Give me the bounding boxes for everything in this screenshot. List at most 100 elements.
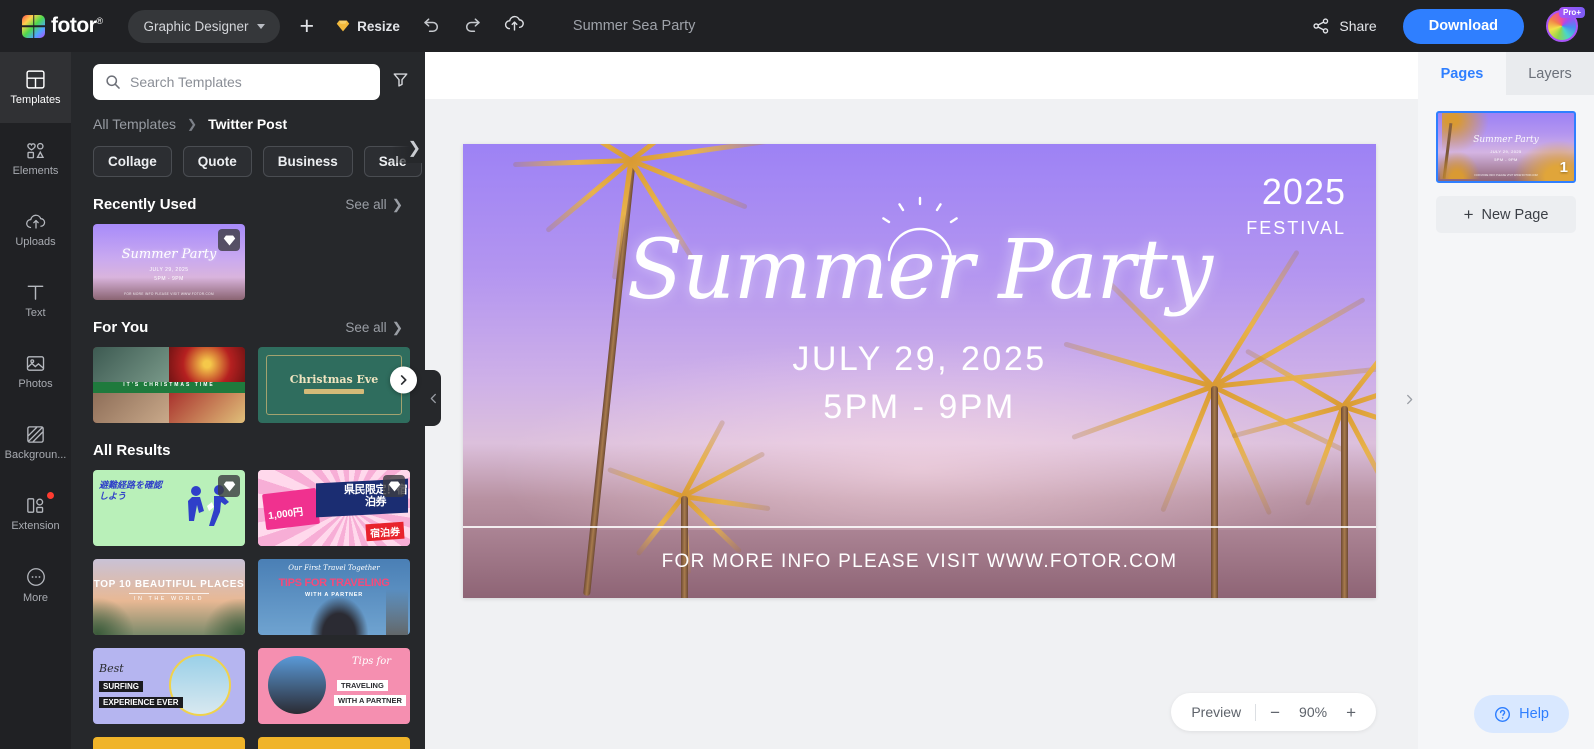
search-row [71, 52, 425, 100]
extension-icon [25, 495, 46, 516]
artwork-date[interactable]: JULY 29, 2025 [463, 340, 1376, 379]
section-all-results-header: All Results [71, 423, 425, 459]
sidebar-item-elements[interactable]: Elements [0, 123, 71, 194]
sidebar-label-templates: Templates [10, 94, 61, 106]
user-avatar[interactable]: Pro+ [1546, 7, 1585, 42]
template-card-evacuation-route[interactable]: 避難経路を確認しよう [93, 470, 245, 546]
thumb-eyebrow: Our First Travel Together [288, 564, 380, 573]
preview-button[interactable]: Preview [1191, 704, 1241, 720]
brand-name: fotor® [51, 14, 103, 38]
template-card-partial-1[interactable] [93, 737, 245, 749]
template-card-traveling-partner[interactable]: Tips for TRAVELING WITH A PARTNER [258, 648, 410, 724]
artboard[interactable]: 2025 FESTIVAL Summer Party JULY 29, 2025… [463, 144, 1376, 598]
collapse-templates-panel[interactable] [425, 370, 441, 426]
sidebar-item-uploads[interactable]: Uploads [0, 194, 71, 265]
chip-collage[interactable]: Collage [93, 146, 172, 177]
sidebar-item-text[interactable]: Text [0, 265, 71, 336]
chip-business[interactable]: Business [262, 146, 353, 177]
premium-badge [218, 475, 240, 497]
section-recently-used-header: Recently Used See all ❯ [71, 177, 425, 213]
help-button[interactable]: Help [1474, 695, 1569, 733]
fotor-logo[interactable]: fotor® [22, 14, 103, 38]
share-icon [1313, 18, 1329, 34]
all-results-grid: 避難経路を確認しよう 1,000円 県民限定！宿泊券 宿泊券 TOP 10 BE… [71, 459, 425, 749]
brand-text: fotor [51, 14, 97, 37]
section-for-you-header: For You See all ❯ [71, 300, 425, 336]
template-card-christmas-eve[interactable]: Christmas Eve [258, 347, 410, 423]
sidebar-item-photos[interactable]: Photos [0, 336, 71, 407]
thumb-text: IT'S CHRISTMAS TIME [123, 381, 215, 388]
breadcrumb-current: Twitter Post [208, 116, 288, 132]
document-title[interactable]: Summer Sea Party [573, 18, 696, 34]
search-input[interactable] [130, 74, 368, 90]
artwork-time[interactable]: 5PM - 9PM [463, 388, 1376, 427]
premium-badge [383, 475, 405, 497]
for-you-next-button[interactable] [390, 366, 417, 393]
thumb-subtext: WITH A PARTNER [334, 695, 406, 707]
section-title-all-results: All Results [93, 442, 171, 459]
undo-redo-group [422, 14, 482, 38]
elements-icon [25, 140, 46, 161]
right-panel: Pages Layers Summer Party JULY 29, 2025 … [1401, 52, 1594, 749]
sidebar-item-more[interactable]: More [0, 549, 71, 620]
divider [1255, 703, 1257, 721]
tab-pages[interactable]: Pages [1418, 52, 1506, 95]
uploads-icon [25, 212, 47, 232]
see-all-recently-used[interactable]: See all ❯ [345, 197, 403, 213]
template-card-tips-for-traveling[interactable]: Our First Travel Together TIPS FOR TRAVE… [258, 559, 410, 635]
recently-used-row: Summer Party JULY 29, 2025 5PM - 9PM FOR… [71, 213, 425, 300]
tab-layers[interactable]: Layers [1506, 52, 1594, 95]
help-circle-icon [1495, 706, 1511, 722]
page-thumbnail-1[interactable]: Summer Party JULY 29, 2025 5PM - 9PM FOR… [1436, 111, 1576, 183]
section-title-recently-used: Recently Used [93, 196, 197, 213]
thumb-text: TRAVELING [337, 679, 388, 691]
thumb-text: 避難経路を確認しよう [99, 480, 163, 502]
thumb-text: TIPS FOR TRAVELING [278, 577, 390, 590]
filter-icon[interactable] [392, 71, 413, 93]
artwork-title[interactable]: Summer Party [463, 230, 1376, 312]
see-all-for-you[interactable]: See all ❯ [345, 320, 403, 336]
zoom-in-button[interactable]: + [1346, 704, 1356, 721]
template-card-summer-party[interactable]: Summer Party JULY 29, 2025 5PM - 9PM FOR… [93, 224, 245, 300]
thumb-subtext: WITH A PARTNER [304, 592, 364, 599]
new-page-label: New Page [1481, 206, 1549, 223]
chips-scroll-next[interactable]: ❯ [391, 132, 425, 163]
category-chips: Collage Quote Business Sale Bir ❯ [71, 132, 425, 177]
sidebar-label-more: More [22, 591, 49, 604]
search-box[interactable] [93, 64, 380, 100]
collapse-right-panel[interactable] [1401, 370, 1418, 428]
template-card-christmas-collage[interactable]: IT'S CHRISTMAS TIME [93, 347, 245, 423]
template-card-best-surfing[interactable]: Best SURFING EXPERIENCE EVER [93, 648, 245, 724]
chevron-right-icon [400, 374, 407, 385]
sidebar-item-extension[interactable]: Extension [0, 478, 71, 549]
thumb-subtext: EXPERIENCE EVER [99, 696, 183, 708]
add-button[interactable]: + [300, 13, 315, 39]
more-icon [25, 566, 47, 588]
canvas-toolbar [425, 52, 1418, 99]
chevron-left-icon [430, 393, 436, 403]
see-all-label: See all [345, 320, 387, 335]
artwork-footer[interactable]: FOR MORE INFO PLEASE VISIT WWW.FOTOR.COM [463, 551, 1376, 573]
breadcrumb-all-templates[interactable]: All Templates [93, 116, 176, 132]
new-page-button[interactable]: + New Page [1436, 196, 1576, 233]
mode-selector[interactable]: Graphic Designer [128, 9, 280, 43]
see-all-label: See all [345, 197, 387, 212]
template-card-partial-2[interactable] [258, 737, 410, 749]
share-button[interactable]: Share [1312, 17, 1377, 35]
save-to-cloud-button[interactable] [504, 14, 525, 38]
premium-badge [218, 229, 240, 251]
template-card-prefecture-coupon[interactable]: 1,000円 県民限定！宿泊券 宿泊券 [258, 470, 410, 546]
resize-button[interactable]: Resize [336, 19, 400, 34]
chip-quote[interactable]: Quote [182, 146, 252, 177]
sidebar-item-templates[interactable]: Templates [0, 52, 71, 123]
zoom-controls: Preview − 90% + [1171, 693, 1376, 731]
redo-button[interactable] [463, 14, 482, 38]
mode-label: Graphic Designer [143, 18, 249, 34]
undo-button[interactable] [422, 14, 441, 38]
sidebar-item-background[interactable]: Backgroun... [0, 407, 71, 478]
template-card-top-10-places[interactable]: TOP 10 BEAUTIFUL PLACES IN THE WORLD [93, 559, 245, 635]
breadcrumb: All Templates ❯ Twitter Post [71, 100, 425, 132]
download-button[interactable]: Download [1402, 8, 1524, 44]
sidebar-label-uploads: Uploads [15, 235, 56, 248]
zoom-out-button[interactable]: − [1270, 704, 1280, 721]
